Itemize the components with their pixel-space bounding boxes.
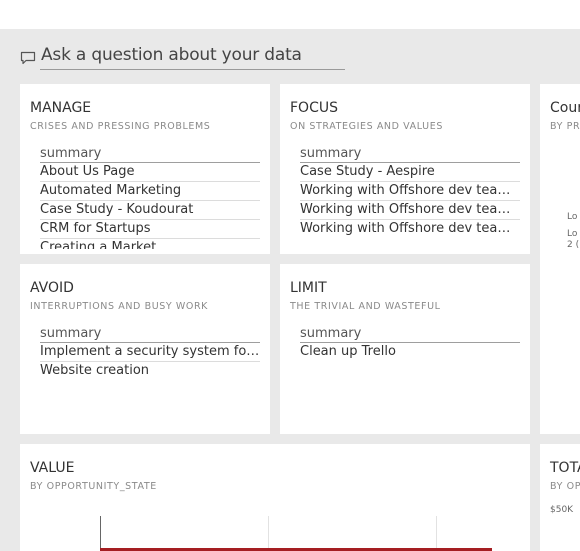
tile-title: MANAGE [30,100,92,116]
chat-bubble-icon [20,50,36,66]
qa-underline [40,69,345,70]
tile-subtitle: ON STRATEGIES AND VALUES [290,121,443,132]
list-header: summary [40,326,260,343]
chart-title: VALUE [30,460,75,476]
tile-subtitle: THE TRIVIAL AND WASTEFUL [290,301,441,312]
chart-subtitle: BY OPPORTUNITY_STATE [30,481,157,492]
gridline [268,516,269,551]
amount-label: $50K [550,505,574,515]
y-axis [100,516,101,551]
qa-placeholder: Ask a question about your data [41,45,302,65]
list-item[interactable]: Case Study - Koudourat [40,201,260,220]
list-item[interactable]: Case Study - Aespire [300,163,520,182]
tile-limit[interactable]: LIMIT THE TRIVIAL AND WASTEFUL summary C… [280,264,530,434]
list-item-partial[interactable]: Creating a Market [40,239,260,249]
tile-title: AVOID [30,280,74,296]
list-item[interactable]: Working with Offshore dev teams ... [300,201,520,220]
chart-label: Lo [567,212,578,222]
gridline [436,516,437,551]
tile-focus[interactable]: FOCUS ON STRATEGIES AND VALUES summary C… [280,84,530,254]
list-item[interactable]: Website creation [40,362,260,380]
tile-manage[interactable]: MANAGE CRISES AND PRESSING PROBLEMS summ… [20,84,270,254]
list-item[interactable]: Implement a security system for IR... [40,343,260,362]
summary-list: summary Case Study - Aespire Working wit… [300,146,520,238]
tile-subtitle: BY OP [550,481,580,492]
tile-title: FOCUS [290,100,338,116]
top-bar [0,0,580,29]
tile-value[interactable]: VALUE BY OPPORTUNITY_STATE [20,444,530,551]
qa-box[interactable]: Ask a question about your data [20,44,345,71]
tile-subtitle: CRISES AND PRESSING PROBLEMS [30,121,211,132]
tile-subtitle: BY PR [550,121,580,132]
list-item[interactable]: About Us Page [40,163,260,182]
tile-subtitle: INTERRUPTIONS AND BUSY WORK [30,301,209,312]
tile-title: TOTA [550,460,580,476]
list-item[interactable]: Working with Offshore dev teams ... [300,182,520,201]
tile-title: LIMIT [290,280,327,296]
tile-count[interactable]: Cour BY PR Lo Lo 2 ( [540,84,580,434]
tile-avoid[interactable]: AVOID INTERRUPTIONS AND BUSY WORK summar… [20,264,270,434]
list-item[interactable]: CRM for Startups [40,220,260,239]
tile-title: Cour [550,100,580,116]
chart-label: Lo [567,229,578,239]
list-item[interactable]: Automated Marketing [40,182,260,201]
list-header: summary [40,146,260,163]
list-item[interactable]: Clean up Trello [300,343,520,361]
summary-list: summary About Us Page Automated Marketin… [40,146,260,249]
summary-list: summary Clean up Trello [300,326,520,361]
summary-list: summary Implement a security system for … [40,326,260,380]
list-header: summary [300,326,520,343]
tile-total[interactable]: TOTA BY OP $50K [540,444,580,551]
list-header: summary [300,146,520,163]
list-item[interactable]: Working with Offshore dev teams ... [300,220,520,238]
chart-label: 2 ( [567,240,580,250]
